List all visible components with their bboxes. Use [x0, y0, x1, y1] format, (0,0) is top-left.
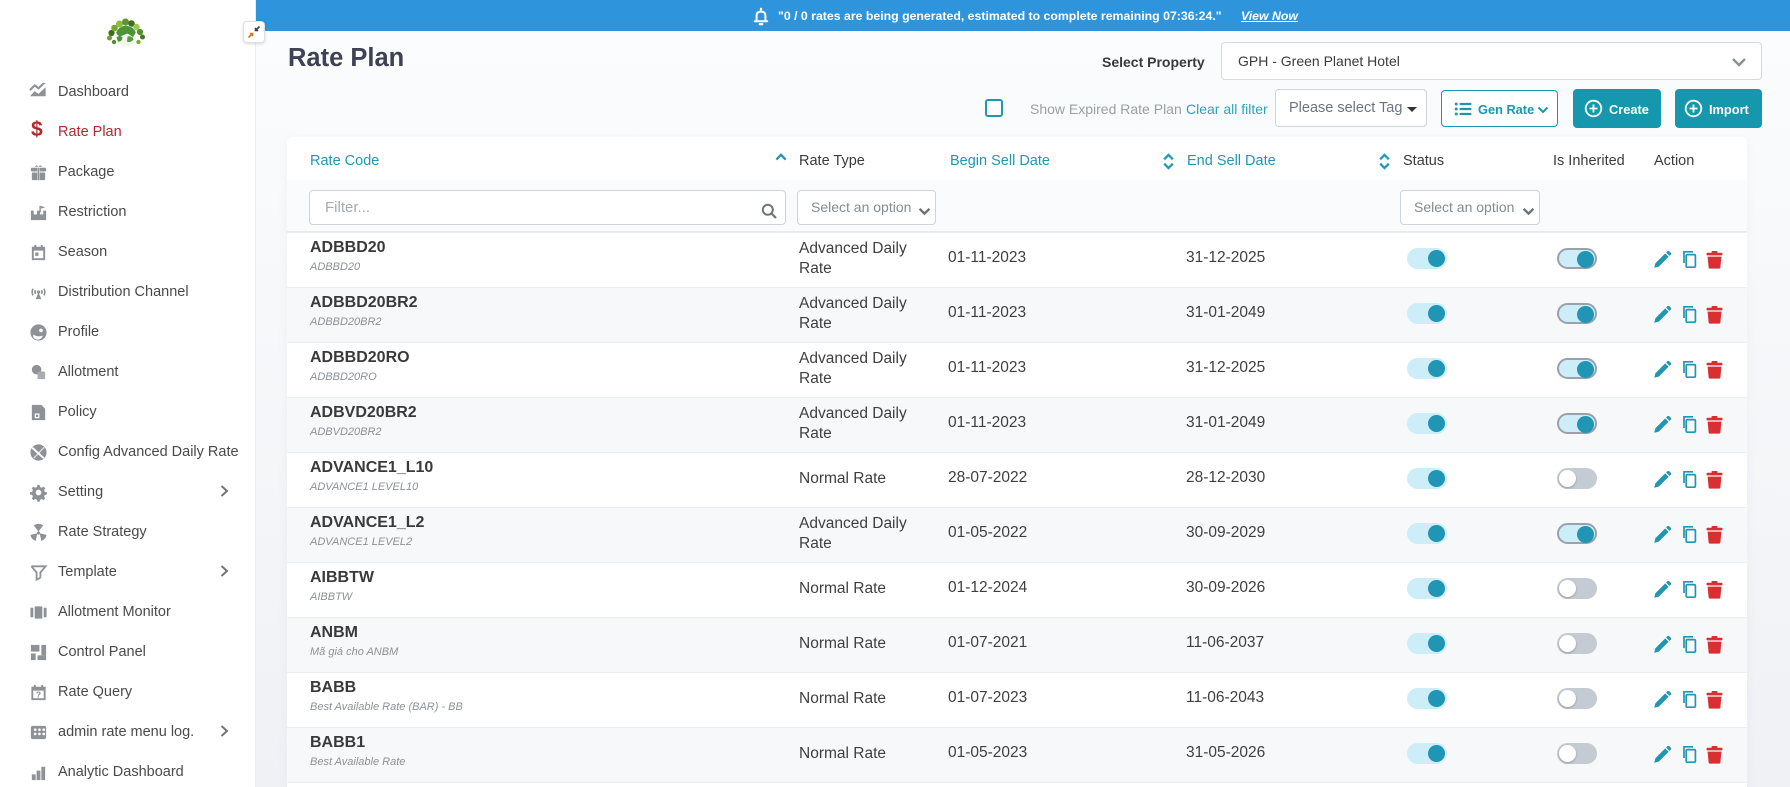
svg-text:?: ?: [36, 690, 41, 700]
